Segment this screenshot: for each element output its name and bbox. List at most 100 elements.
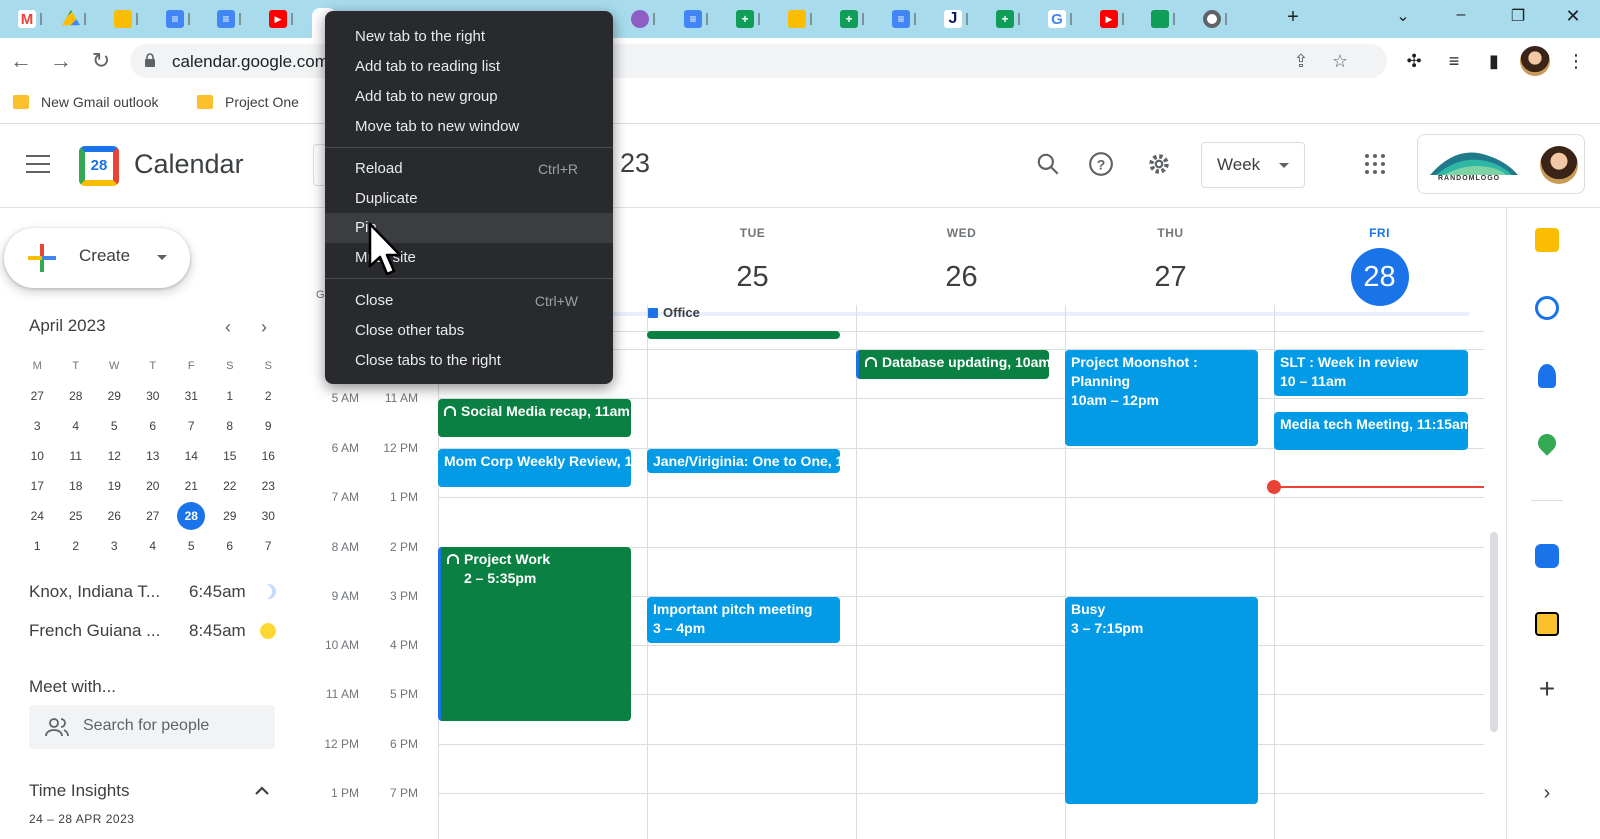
calendar-event[interactable]: Project Moonshot : Planning 10am – 12pm xyxy=(1065,350,1258,446)
view-switcher[interactable]: Week xyxy=(1201,142,1305,188)
calendar-event[interactable]: Social Media recap, 11am xyxy=(438,399,631,437)
mini-calendar-day[interactable]: 4 xyxy=(134,531,173,561)
new-tab-plus-icon[interactable]: + xyxy=(1280,6,1306,29)
mini-calendar-day[interactable]: 2 xyxy=(249,381,288,411)
keep-icon[interactable] xyxy=(1535,228,1559,252)
mini-calendar-day[interactable]: 22 xyxy=(211,471,250,501)
media-control-icon[interactable]: ≡ xyxy=(1443,50,1465,72)
mini-calendar-day[interactable]: 4 xyxy=(57,411,96,441)
create-button[interactable]: Create xyxy=(4,228,190,288)
menu-duplicate[interactable]: Duplicate xyxy=(325,184,613,214)
bookmark-project-one[interactable]: Project One xyxy=(197,94,299,110)
account-avatar[interactable] xyxy=(1540,146,1578,184)
mini-calendar-day[interactable]: 11 xyxy=(57,441,96,471)
calendar-event[interactable]: Important pitch meeting 3 – 4pm xyxy=(647,597,840,643)
menu-reload[interactable]: Reload Ctrl+R xyxy=(325,154,613,184)
day-number[interactable]: 27 xyxy=(1142,248,1200,306)
calendar-event[interactable]: Busy 3 – 7:15pm xyxy=(1065,597,1258,804)
menu-close[interactable]: Close Ctrl+W xyxy=(325,286,613,316)
mini-calendar-day[interactable]: 24 xyxy=(18,501,57,531)
mini-calendar-day[interactable]: 1 xyxy=(211,381,250,411)
minimize-icon[interactable]: – xyxy=(1448,6,1474,24)
calendar-event[interactable]: Mom Corp Weekly Review, 1 xyxy=(438,449,631,487)
bookmark-new-gmail-outlook[interactable]: New Gmail outlook xyxy=(13,94,159,110)
prev-month-chevron-icon[interactable]: ‹ xyxy=(218,318,238,338)
tab-search-chevron-icon[interactable]: ⌄ xyxy=(1390,6,1416,26)
calendar-event[interactable]: SLT : Week in review 10 – 11am xyxy=(1274,350,1468,396)
mini-calendar-day[interactable]: 29 xyxy=(95,381,134,411)
mini-calendar-day[interactable]: 30 xyxy=(249,501,288,531)
mini-calendar-day[interactable]: 27 xyxy=(134,501,173,531)
mini-calendar-day[interactable]: 12 xyxy=(95,441,134,471)
calendar-event[interactable] xyxy=(647,331,840,339)
menu-move-to-new-window[interactable]: Move tab to new window xyxy=(325,112,613,142)
forward-arrow-icon[interactable]: → xyxy=(48,48,74,74)
day-header-thu[interactable]: THU 27 xyxy=(1066,226,1275,306)
tab-slides[interactable] xyxy=(114,6,138,32)
close-window-icon[interactable]: ✕ xyxy=(1560,6,1586,27)
mini-calendar-day[interactable]: 6 xyxy=(134,411,173,441)
tab-docs-4[interactable]: ≡ xyxy=(892,6,916,32)
mini-calendar-day[interactable]: 2 xyxy=(57,531,96,561)
mini-calendar-day[interactable]: 31 xyxy=(172,381,211,411)
mini-calendar-day[interactable]: 5 xyxy=(95,411,134,441)
mini-calendar-day[interactable]: 9 xyxy=(249,411,288,441)
collapse-chevron-up-icon[interactable] xyxy=(252,781,272,801)
day-header-fri-today[interactable]: FRI 28 xyxy=(1275,226,1484,306)
more-menu-icon[interactable]: ⋮ xyxy=(1565,50,1587,72)
tab-docs-1[interactable]: ≡ xyxy=(166,6,190,32)
tasks-icon[interactable] xyxy=(1535,296,1559,320)
tab-slides-2[interactable] xyxy=(788,6,812,32)
google-apps-icon[interactable] xyxy=(1365,154,1385,174)
search-people-input[interactable]: Search for people xyxy=(29,705,275,749)
mini-calendar-day[interactable]: 30 xyxy=(134,381,173,411)
mini-calendar-day[interactable]: 28 xyxy=(172,501,211,531)
address-bar[interactable]: calendar.google.com ⇪ ☆ xyxy=(130,44,1387,78)
calendar-event[interactable]: Project Work 2 – 5:35pm xyxy=(438,547,631,721)
mini-calendar-day[interactable]: 21 xyxy=(172,471,211,501)
mini-calendar-day[interactable]: 13 xyxy=(134,441,173,471)
tab-podcasts[interactable] xyxy=(631,6,655,32)
mini-calendar-day[interactable]: 28 xyxy=(57,381,96,411)
mini-calendar-day[interactable]: 27 xyxy=(18,381,57,411)
mini-calendar-day[interactable]: 17 xyxy=(18,471,57,501)
mini-calendar-day[interactable]: 3 xyxy=(18,411,57,441)
add-addon-plus-icon[interactable]: + xyxy=(1535,675,1559,703)
mini-calendar-day[interactable]: 7 xyxy=(249,531,288,561)
mini-calendar-day[interactable]: 5 xyxy=(172,531,211,561)
calendar-event[interactable]: Jane/Viriginia: One to One, 1 xyxy=(647,449,840,473)
tab-gmail[interactable]: M xyxy=(18,6,42,32)
day-header-tue[interactable]: TUE 25 xyxy=(648,226,857,306)
tab-docs-2[interactable]: ≡ xyxy=(217,6,241,32)
day-number[interactable]: 25 xyxy=(724,248,782,306)
menu-add-to-reading-list[interactable]: Add tab to reading list xyxy=(325,52,613,82)
calendar-event[interactable]: Database updating, 10am xyxy=(856,350,1049,379)
tab-drive[interactable] xyxy=(62,6,86,32)
grid-scrollbar[interactable] xyxy=(1490,532,1498,732)
maps-icon[interactable] xyxy=(1534,430,1560,456)
tab-docs-3[interactable]: ≡ xyxy=(684,6,708,32)
calendar-event[interactable]: Media tech Meeting, 11:15am xyxy=(1274,412,1468,450)
mini-calendar-day[interactable]: 3 xyxy=(95,531,134,561)
tab-sheets-2[interactable]: + xyxy=(840,6,864,32)
expand-chevron-right-icon[interactable]: › xyxy=(1535,782,1559,806)
menu-new-tab-right[interactable]: New tab to the right xyxy=(325,22,613,52)
tab-sheets-3[interactable]: + xyxy=(996,6,1020,32)
mini-calendar-day[interactable]: 7 xyxy=(172,411,211,441)
mini-calendar-day[interactable]: 10 xyxy=(18,441,57,471)
menu-close-tabs-right[interactable]: Close tabs to the right xyxy=(325,346,613,376)
zoom-icon[interactable] xyxy=(1535,544,1559,568)
tab-jira[interactable]: J xyxy=(944,6,968,32)
mini-calendar-day[interactable]: 18 xyxy=(57,471,96,501)
tab-sheets-1[interactable]: + xyxy=(736,6,760,32)
mini-calendar-day[interactable]: 16 xyxy=(249,441,288,471)
day-number[interactable]: 26 xyxy=(933,248,991,306)
day-header-wed[interactable]: WED 26 xyxy=(857,226,1066,306)
tab-chat[interactable] xyxy=(1151,6,1175,32)
restore-window-icon[interactable]: ❐ xyxy=(1505,6,1531,26)
reload-icon[interactable]: ↻ xyxy=(88,48,114,74)
profile-avatar[interactable] xyxy=(1520,46,1550,76)
account-brand-box[interactable]: RANDOMLOGO xyxy=(1417,134,1585,194)
tab-youtube[interactable]: ▶ xyxy=(269,6,293,32)
mini-calendar-day[interactable]: 14 xyxy=(172,441,211,471)
